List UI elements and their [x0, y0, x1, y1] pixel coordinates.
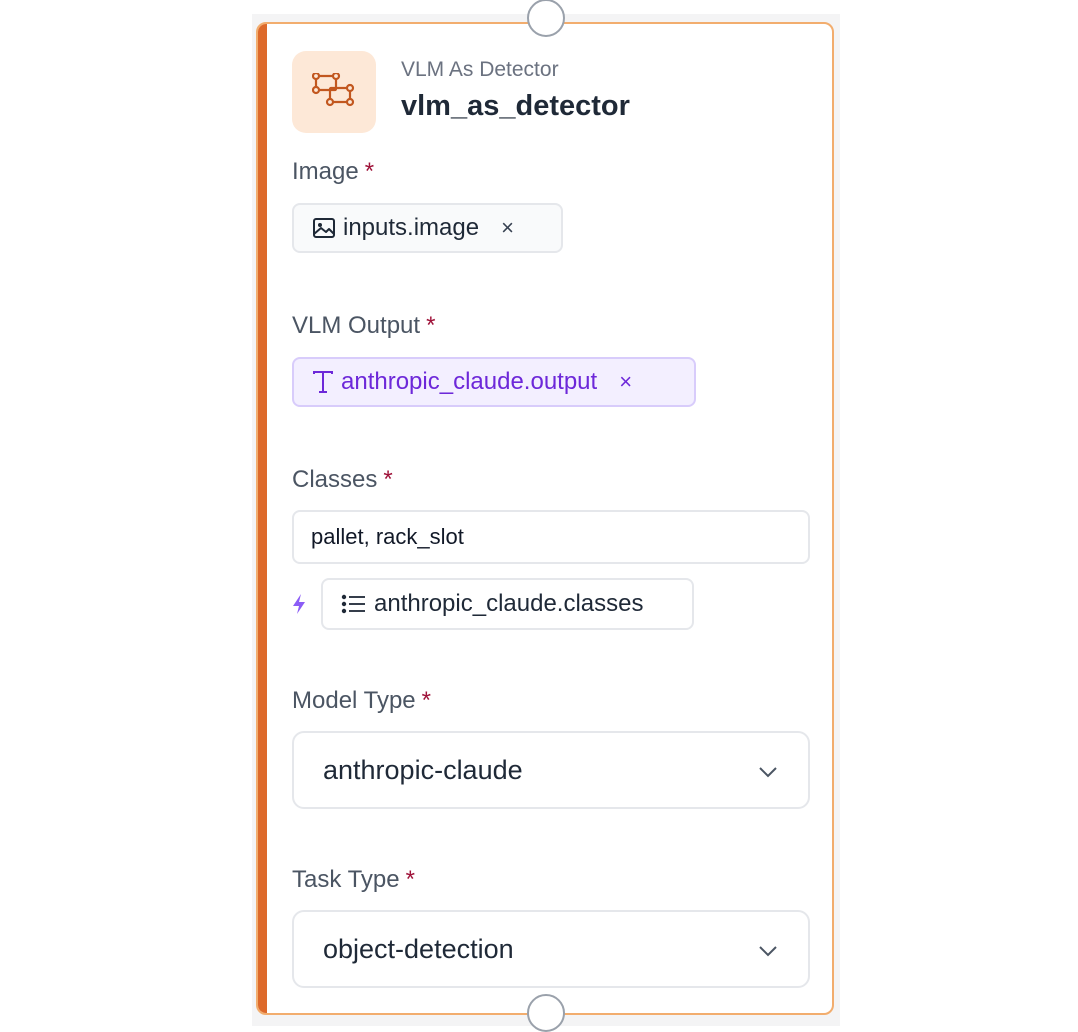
model-type-select[interactable]: anthropic-claude	[292, 731, 810, 809]
lightning-icon	[291, 593, 307, 620]
task-type-field-label: Task Type *	[292, 866, 415, 894]
vlm-output-field-label: VLM Output *	[292, 312, 435, 340]
model-type-selected-value: anthropic-claude	[323, 754, 523, 785]
node-accent-bar	[258, 24, 267, 1013]
node-type-label: VLM As Detector	[401, 58, 559, 81]
classes-suggestion-chip[interactable]: anthropic_claude.classes	[321, 578, 694, 630]
text-type-icon	[312, 370, 334, 394]
node-type-icon-container	[292, 51, 376, 133]
task-type-select[interactable]: object-detection	[292, 910, 810, 988]
image-icon	[312, 217, 336, 239]
model-type-field-label: Model Type *	[292, 687, 431, 715]
required-marker: *	[383, 466, 393, 493]
required-marker: *	[405, 866, 415, 893]
task-type-label-text: Task Type	[292, 866, 400, 893]
vlm-output-chip[interactable]: anthropic_claude.output ×	[292, 357, 696, 407]
node-name[interactable]: vlm_as_detector	[401, 90, 630, 123]
output-connection-handle[interactable]	[527, 994, 565, 1032]
required-marker: *	[426, 312, 436, 339]
chevron-down-icon	[757, 755, 779, 786]
list-icon	[341, 594, 367, 614]
required-marker: *	[364, 158, 375, 185]
classes-input-value: pallet, rack_slot	[311, 524, 464, 549]
required-marker: *	[421, 687, 431, 714]
classes-suggestion-value: anthropic_claude.classes	[374, 590, 644, 617]
bounding-boxes-icon	[311, 71, 356, 112]
classes-label-text: Classes	[292, 466, 378, 493]
image-input-chip[interactable]: inputs.image ×	[292, 203, 563, 253]
chevron-down-icon	[757, 934, 779, 965]
image-label-text: Image	[292, 158, 359, 185]
model-type-label-text: Model Type	[292, 687, 416, 714]
classes-field-label: Classes *	[292, 466, 393, 494]
vlm-output-chip-value: anthropic_claude.output	[341, 368, 598, 395]
remove-vlm-output-button[interactable]: ×	[619, 369, 632, 395]
input-connection-handle[interactable]	[527, 0, 565, 37]
image-chip-value: inputs.image	[343, 214, 480, 241]
image-field-label: Image *	[292, 158, 374, 186]
task-type-selected-value: object-detection	[323, 933, 514, 964]
vlm-output-label-text: VLM Output	[292, 312, 421, 339]
remove-image-button[interactable]: ×	[501, 215, 514, 241]
classes-input[interactable]: pallet, rack_slot	[292, 510, 810, 564]
